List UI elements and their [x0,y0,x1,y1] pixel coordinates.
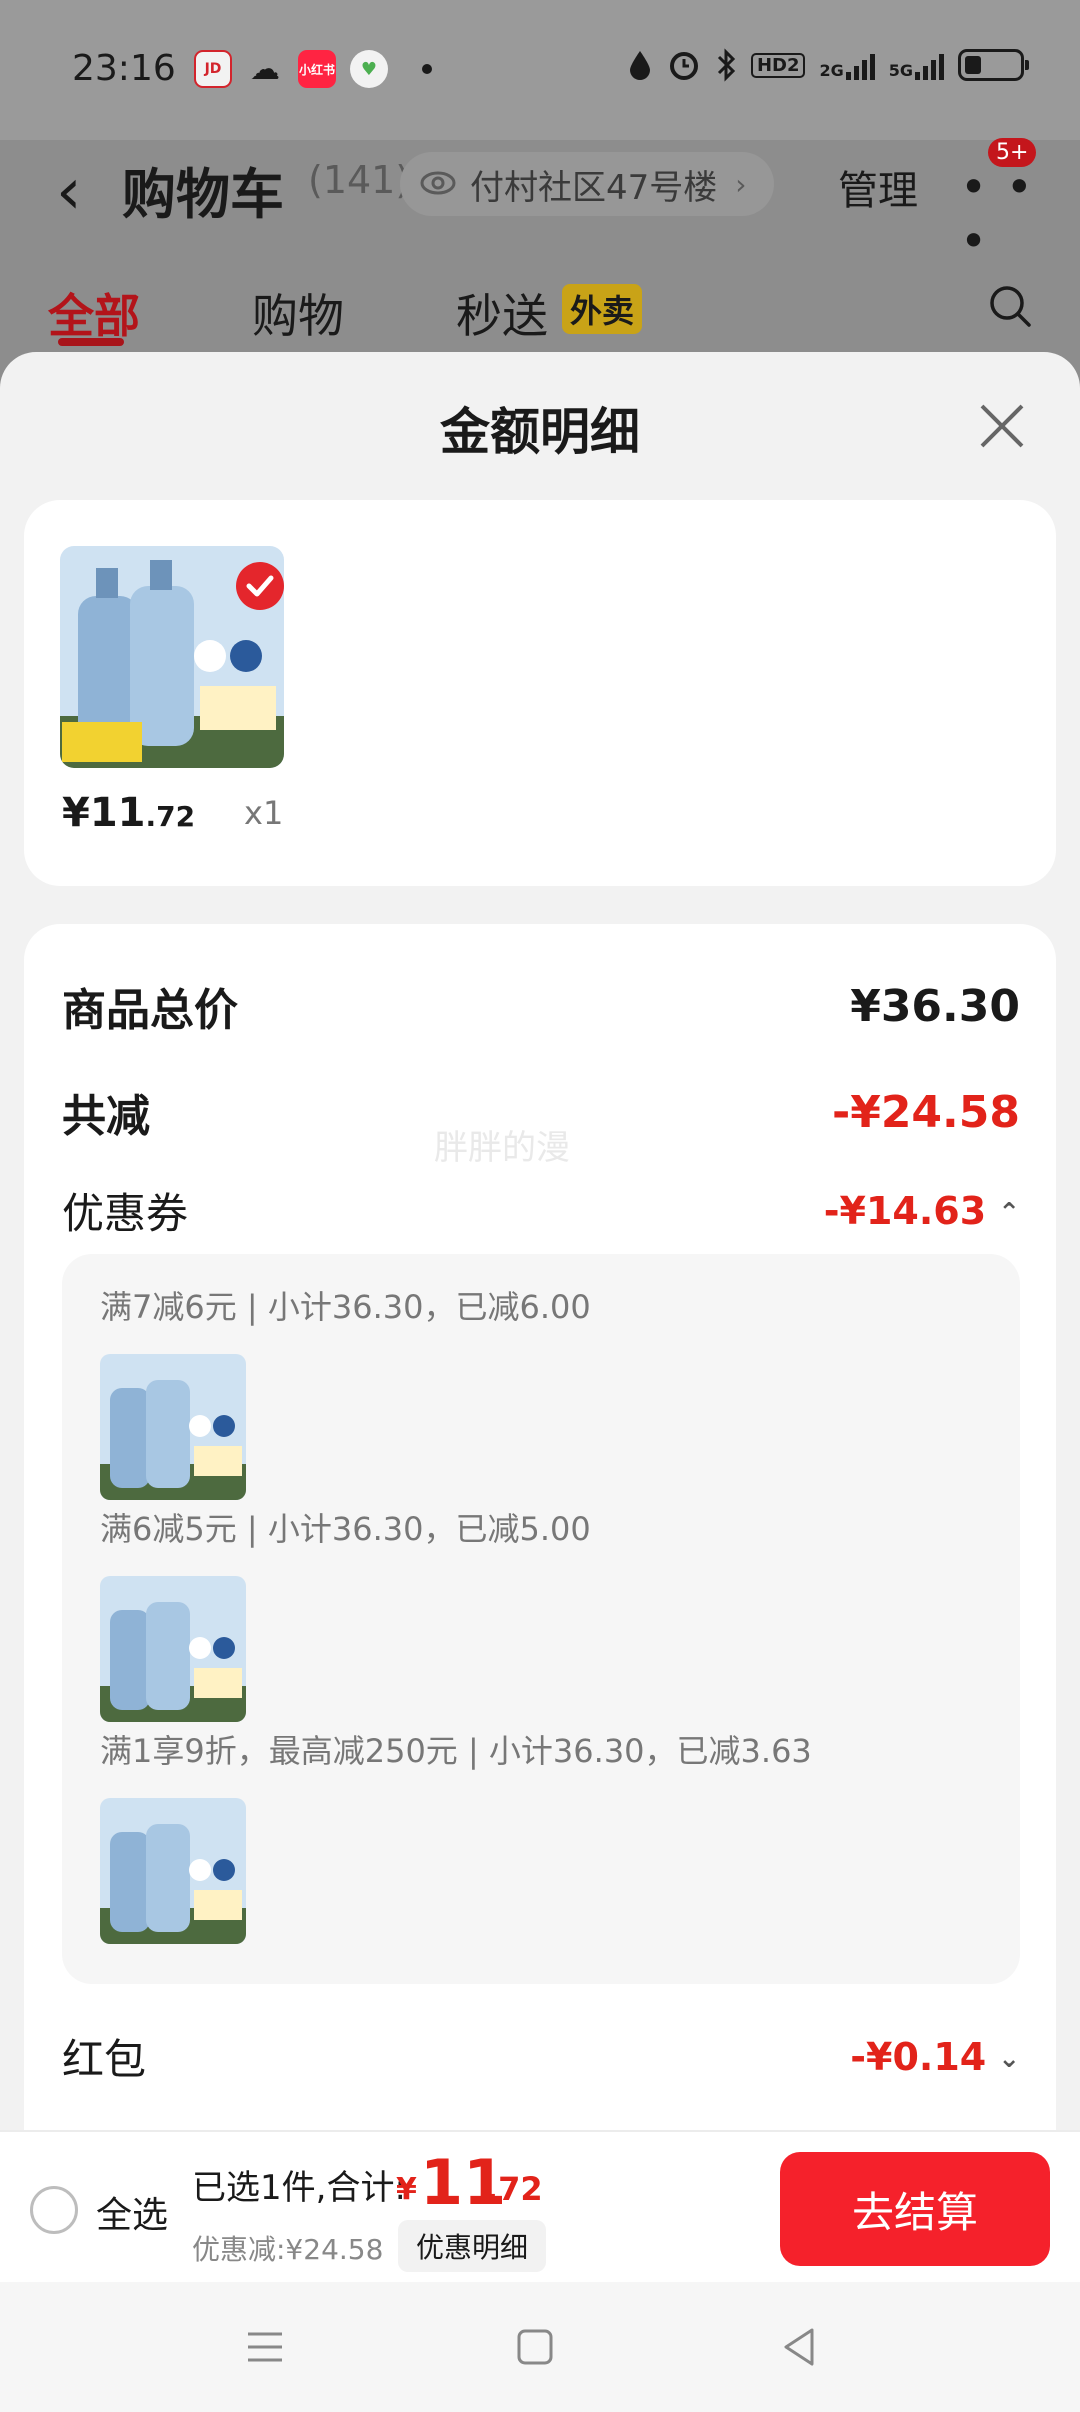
more-notifications-dot [422,64,432,74]
notification-icons: JD ☁ 小红书 ♥ [194,50,432,88]
address-selector[interactable]: 付村社区47号楼 › [400,152,775,216]
menu-icon[interactable] [240,2322,290,2372]
status-bar: 23:16 JD ☁ 小红书 ♥ HD2 2G 5G [0,0,1080,140]
product-price: ¥11.72 [62,790,196,836]
coupon-rule-2: 满6减5元 | 小计36.30，已减5.00 [100,1510,591,1548]
discount-summary: 优惠减:¥24.58 [192,2233,384,2266]
select-all-checkbox[interactable] [30,2186,78,2234]
tab-active-indicator [58,338,124,346]
checkout-button[interactable]: 去结算 [780,2152,1050,2266]
bluetooth-icon [717,48,736,82]
total-price-label: 商品总价 [62,985,238,1036]
health-icon: ♥ [350,50,388,88]
select-all-label[interactable]: 全选 [96,2186,168,2238]
signal-5g-icon: 5G [889,50,944,80]
tab-all[interactable]: 全部 [48,280,140,346]
total-price-value: ¥36.30 [850,980,1020,1032]
coupon-value: -¥14.63 ⌃ [823,1188,1020,1233]
selected-product-card: ¥11.72 x1 [24,500,1056,886]
checkout-bar: 全选 已选1件,合计: ¥ 11 .72 优惠减:¥24.58 优惠明细 去结算 [0,2130,1080,2282]
total-amount-decimal: .72 [486,2170,543,2208]
coupon-rule-1: 满7减6元 | 小计36.30，已减6.00 [100,1288,591,1326]
tab-shopping[interactable]: 购物 [252,280,344,346]
total-currency: ¥ [396,2172,417,2207]
coupon-product-image [100,1798,246,1944]
price-breakdown-card: 商品总价 ¥36.30 共减 -¥24.58 胖胖的漫 优惠券 -¥14.63 ⌃… [24,924,1056,2132]
hd-voice-icon: HD2 [750,52,806,78]
system-navigation-bar [0,2282,1080,2412]
signal-2g-icon: 2G [819,50,875,80]
chevron-down-icon[interactable]: ⌄ [998,2044,1020,2074]
page-title: 购物车 [122,163,284,226]
cart-count: (141) [308,158,411,202]
back-nav-icon[interactable] [774,2322,824,2372]
product-image[interactable] [60,546,284,768]
red-packet-label: 红包 [62,2035,147,2084]
xiaohongshu-icon: 小红书 [298,50,336,88]
selected-summary: 已选1件,合计: [192,2168,406,2208]
address-text: 付村社区47号楼 [470,167,718,208]
red-packet-value: -¥0.14 ⌄ [850,2034,1020,2079]
sheet-title: 金额明细 [440,403,640,461]
search-icon[interactable] [986,282,1034,330]
total-reduction-value: -¥24.58 [831,1086,1020,1138]
system-icons: HD2 2G 5G [627,48,1029,82]
watermark: 胖胖的漫 [434,1128,570,1168]
status-time: 23:16 [72,48,176,89]
tab-instant[interactable]: 秒送 [456,280,548,346]
cart-header: ‹ 购物车 (141) 付村社区47号楼 › 管理 • • • 5+ 全部 购物… [0,138,1080,360]
home-icon[interactable] [510,2322,560,2372]
total-reduction-label: 共减 [62,1091,150,1142]
coupon-label: 优惠券 [62,1189,189,1238]
red-packet-row[interactable]: 红包 -¥0.14 ⌄ [62,2026,1020,2087]
wechat-icon: ☁ [250,51,280,87]
jd-icon: JD [194,50,232,88]
coupon-product-image [100,1354,246,1500]
discount-detail-button[interactable]: 优惠明细 [398,2220,547,2272]
battery-icon [958,49,1029,81]
coupon-product-image [100,1576,246,1722]
close-icon[interactable] [976,400,1028,452]
eye-icon [420,171,456,195]
cart-tabs: 全部 购物 秒送 [0,280,1080,360]
coupon-row[interactable]: 优惠券 -¥14.63 ⌃ [62,1180,1020,1241]
coupon-breakdown-box: 满7减6元 | 小计36.30，已减6.00 满6减5元 | 小计36.30，已… [62,1254,1020,1984]
product-quantity: x1 [244,794,284,832]
data-drop-icon [629,51,650,80]
message-badge: 5+ [988,138,1037,167]
chevron-up-icon[interactable]: ⌃ [998,1198,1020,1228]
back-icon[interactable]: ‹ [56,160,82,224]
waimai-tag: 外卖 [562,284,643,334]
chevron-right-icon: › [735,167,747,201]
total-price-row: 商品总价 ¥36.30 [62,974,1020,1038]
alarm-icon [669,52,698,80]
manage-button[interactable]: 管理 [838,158,918,216]
amount-detail-sheet: 金额明细 ¥11.72 x1 商品总价 ¥36.30 共减 -¥24.58 胖胖… [0,352,1080,2132]
coupon-rule-3: 满1享9折，最高减250元 | 小计36.30，已减3.63 [100,1732,812,1770]
check-icon [236,562,284,610]
more-icon[interactable]: • • • [960,160,1080,268]
